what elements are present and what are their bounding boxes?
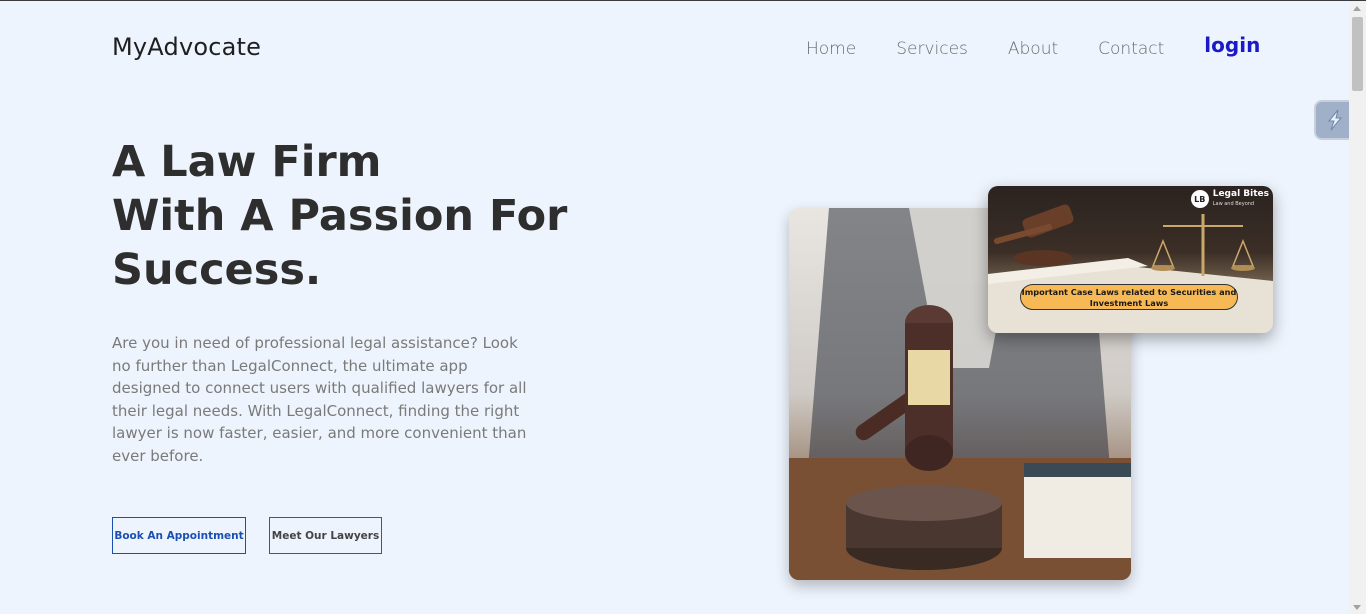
book-appointment-button[interactable]: Book An Appointment (112, 517, 246, 554)
nav-about[interactable]: About (1008, 39, 1058, 59)
page-scrollbar[interactable] (1349, 1, 1366, 614)
headline-line-1: A Law Firm (112, 137, 382, 187)
headline-line-2: With A Passion For (112, 191, 568, 241)
legal-bites-subtitle: Law and Beyond (1212, 201, 1255, 207)
scroll-up-icon[interactable] (1353, 6, 1361, 11)
legal-bites-mark: LB (1190, 190, 1209, 208)
hero-description: Are you in need of professional legal as… (112, 334, 527, 465)
scroll-thumb[interactable] (1352, 17, 1363, 91)
main-nav: Home Services About Contact login (806, 33, 1260, 61)
headline-line-3: Success. (112, 245, 322, 295)
legal-bites-title: Legal Bites (1212, 189, 1269, 199)
lightning-icon (1327, 109, 1343, 131)
nav-services[interactable]: Services (896, 39, 968, 59)
nav-contact[interactable]: Contact (1098, 39, 1164, 59)
scroll-down-icon[interactable] (1353, 605, 1361, 610)
meet-lawyers-button[interactable]: Meet Our Lawyers (269, 517, 382, 554)
login-link[interactable]: login (1204, 33, 1260, 57)
case-laws-banner: Important Case Laws related to Securitie… (1020, 284, 1238, 310)
legal-bites-logo: LB Legal Bites Law and Beyond (1190, 189, 1269, 209)
case-laws-image: LB Legal Bites Law and Beyond Important … (988, 186, 1273, 333)
nav-home[interactable]: Home (806, 39, 856, 59)
hero-headline: A Law Firm With A Passion For Success. (112, 135, 572, 297)
brand-logo[interactable]: MyAdvocate (112, 33, 261, 61)
